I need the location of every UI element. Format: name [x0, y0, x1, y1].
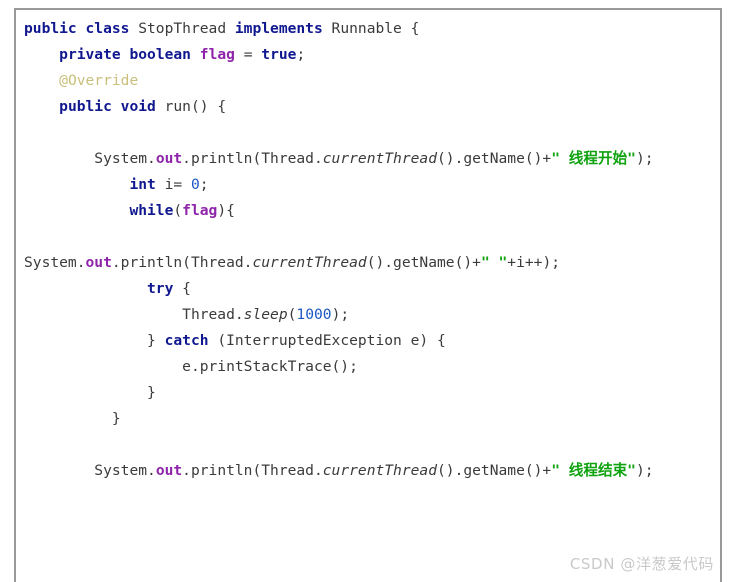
code-token: ().getName()+ [437, 462, 552, 479]
code-line: System.out.println(Thread.currentThread(… [24, 254, 560, 271]
code-token: out [155, 462, 183, 479]
code-token: Runnable { [322, 20, 420, 37]
page-root: public class StopThread implements Runna… [0, 0, 732, 582]
code-token: void [120, 98, 156, 115]
csdn-watermark: CSDN @洋葱爱代码 [569, 555, 714, 573]
code-token: flag [199, 46, 235, 63]
code-line: try { [24, 280, 191, 297]
code-token: private [59, 46, 121, 63]
code-token: Thread. [182, 306, 244, 323]
code-token: run() { [155, 98, 227, 115]
code-token: } [147, 384, 156, 401]
code-token: } [111, 410, 121, 427]
code-token: " " [480, 254, 508, 271]
code-token: ().getName()+ [437, 150, 552, 167]
code-token: class [85, 20, 130, 37]
code-line: } [24, 410, 121, 427]
code-token: e.printStackTrace(); [182, 358, 358, 375]
code-token: currentThread [322, 150, 437, 167]
code-token: ){ [217, 202, 235, 219]
code-token: out [85, 254, 112, 271]
code-token: while [129, 202, 174, 219]
code-token: i= [155, 176, 191, 193]
code-line: public void run() { [24, 98, 226, 115]
code-token: .println(Thread. [182, 462, 323, 479]
code-token: ( [173, 202, 183, 219]
code-token: ); [635, 462, 654, 479]
code-line: public class StopThread implements Runna… [24, 20, 419, 37]
code-line: int i= 0; [24, 176, 209, 193]
code-token: System. [94, 462, 156, 479]
code-token: currentThread [252, 254, 367, 271]
code-token: ; [199, 176, 209, 193]
code-token: int [129, 176, 156, 193]
code-token: .println(Thread. [182, 150, 323, 167]
code-token: try [147, 280, 174, 297]
code-line: Thread.sleep(1000); [24, 306, 349, 323]
code-line: private boolean flag = true; [24, 46, 305, 63]
code-token: public [24, 20, 77, 37]
code-token: .println(Thread. [111, 254, 253, 271]
code-token: flag [182, 202, 218, 219]
code-token: currentThread [322, 462, 437, 479]
code-token: boolean [129, 46, 191, 63]
code-token: true [261, 46, 297, 63]
code-token: ; [296, 46, 306, 63]
code-token: System. [94, 150, 156, 167]
code-token: sleep [243, 306, 288, 323]
code-token: " 线程开始" [551, 150, 636, 167]
code-line: System.out.println(Thread.currentThread(… [24, 150, 654, 167]
code-line: @Override [24, 72, 138, 89]
code-token: } [147, 332, 165, 349]
code-token: { [173, 280, 191, 297]
code-line: } [24, 384, 156, 401]
code-content[interactable]: public class StopThread implements Runna… [16, 10, 720, 484]
code-line: System.out.println(Thread.currentThread(… [24, 462, 654, 479]
code-token: 1000 [296, 306, 332, 323]
code-token: = [234, 46, 262, 63]
code-token: @Override [59, 72, 139, 89]
code-token: implements [234, 20, 323, 37]
code-line: while(flag){ [24, 202, 235, 219]
code-token: System. [24, 254, 86, 271]
code-token: out [155, 150, 183, 167]
code-line: } catch (InterruptedException e) { [24, 332, 446, 349]
code-token: +i++); [507, 254, 561, 271]
code-token: 0 [190, 176, 200, 193]
code-token: ().getName()+ [366, 254, 481, 271]
code-token: ); [331, 306, 350, 323]
code-token: public [59, 98, 112, 115]
code-line: e.printStackTrace(); [24, 358, 358, 375]
code-token: StopThread [129, 20, 235, 37]
code-token: " 线程结束" [551, 462, 636, 479]
code-token: ); [635, 150, 654, 167]
code-token: (InterruptedException e) { [208, 332, 446, 349]
code-block: public class StopThread implements Runna… [14, 8, 722, 582]
code-token: catch [164, 332, 209, 349]
